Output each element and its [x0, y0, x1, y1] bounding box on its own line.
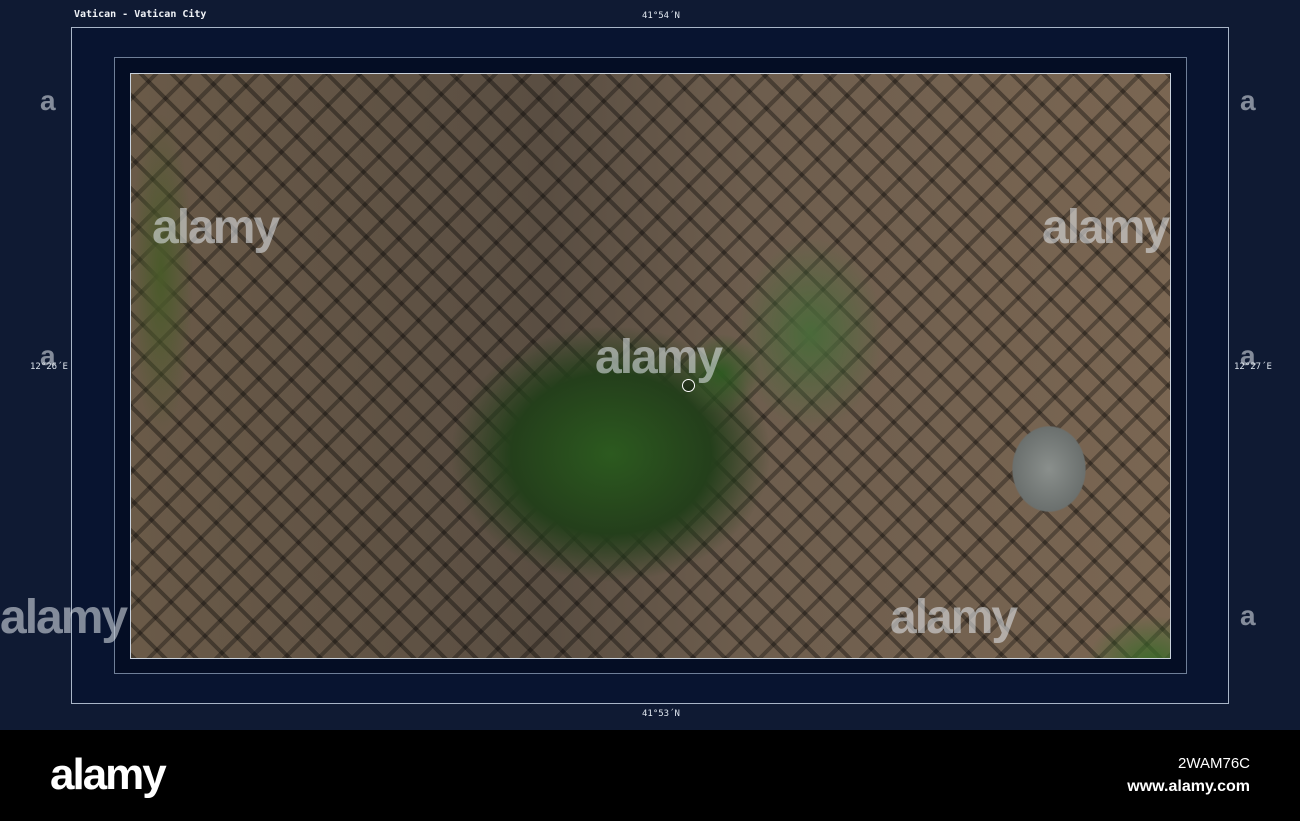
- alamy-logo: alamy: [50, 750, 167, 799]
- map-title: Vatican - Vatican City: [74, 9, 207, 20]
- image-code: 2WAM76C: [1178, 755, 1250, 772]
- stock-footer: alamy 2WAM76C www.alamy.com: [0, 730, 1300, 821]
- watermark-letter: a: [1240, 340, 1256, 371]
- map-frame: Vatican - Vatican City 41°54´N 41°53´N 1…: [0, 0, 1300, 730]
- watermark-letter: a: [40, 340, 56, 371]
- site-url[interactable]: www.alamy.com: [1127, 778, 1250, 796]
- watermark-logo: alamy: [1042, 201, 1170, 254]
- watermark-logo: alamy: [890, 591, 1018, 644]
- watermark-letter: a: [1240, 85, 1256, 116]
- watermark-logo: alamy: [595, 331, 723, 384]
- watermark-logo: alamy: [0, 591, 128, 644]
- latitude-top-label: 41°54´N: [642, 11, 680, 21]
- latitude-bottom-label: 41°53´N: [642, 709, 680, 719]
- watermark-letter: a: [1240, 600, 1256, 631]
- watermark-logo: alamy: [152, 201, 280, 254]
- watermark-letter: a: [40, 85, 56, 116]
